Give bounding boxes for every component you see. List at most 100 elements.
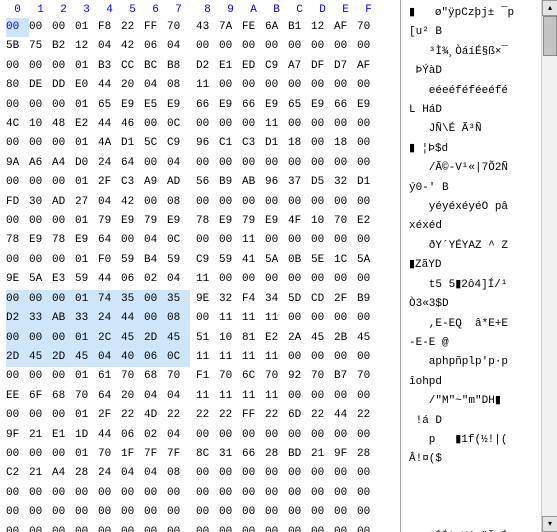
hex-byte[interactable]: F1 bbox=[196, 367, 219, 386]
hex-byte[interactable]: C1 bbox=[219, 134, 242, 153]
hex-byte[interactable]: B9 bbox=[357, 290, 380, 309]
hex-byte[interactable]: 00 bbox=[52, 523, 75, 532]
hex-row[interactable]: 00000001F822FF70437AFE6AB112AF70 bbox=[6, 18, 394, 37]
hex-byte[interactable]: E2 bbox=[265, 329, 288, 348]
ascii-row[interactable]: Ò3«3$D bbox=[409, 295, 549, 314]
hex-byte[interactable]: 04 bbox=[144, 464, 167, 483]
hex-byte[interactable]: 04 bbox=[144, 76, 167, 95]
hex-byte[interactable]: 02 bbox=[144, 426, 167, 445]
hex-byte[interactable]: E9 bbox=[265, 96, 288, 115]
hex-row[interactable]: 00000001B3CCBCB8D2E1EDC9A7DFD7AF bbox=[6, 57, 394, 76]
scroll-up-button[interactable]: ▴ bbox=[542, 0, 557, 16]
hex-byte[interactable]: 00 bbox=[196, 309, 219, 328]
hex-byte[interactable]: 21 bbox=[29, 464, 52, 483]
hex-byte[interactable]: 00 bbox=[242, 270, 265, 289]
hex-byte[interactable]: 00 bbox=[357, 309, 380, 328]
hex-byte[interactable]: 00 bbox=[357, 387, 380, 406]
hex-byte[interactable]: 81 bbox=[242, 329, 265, 348]
hex-byte[interactable]: 70 bbox=[357, 18, 380, 37]
hex-byte[interactable]: 00 bbox=[29, 406, 52, 425]
hex-byte[interactable]: 00 bbox=[265, 464, 288, 483]
ascii-row[interactable]: ▮ÍÍ¹ ¥á¤"Ã Í bbox=[409, 528, 549, 532]
hex-byte[interactable]: 00 bbox=[121, 231, 144, 250]
hex-byte[interactable]: 00 bbox=[29, 503, 52, 522]
hex-byte[interactable]: 00 bbox=[265, 76, 288, 95]
hex-byte[interactable]: 00 bbox=[334, 270, 357, 289]
hex-byte[interactable]: AB bbox=[52, 309, 75, 328]
ascii-row[interactable]: Â!¤($ bbox=[409, 450, 549, 469]
hex-byte[interactable]: 96 bbox=[196, 134, 219, 153]
hex-byte[interactable]: E5 bbox=[144, 96, 167, 115]
hex-byte[interactable]: 00 bbox=[288, 115, 311, 134]
hex-byte[interactable]: 11 bbox=[219, 309, 242, 328]
hex-byte[interactable]: F8 bbox=[98, 18, 121, 37]
hex-row[interactable]: 2D452D450440060C1111111100000000 bbox=[6, 348, 394, 367]
hex-byte[interactable]: 00 bbox=[334, 154, 357, 173]
hex-byte[interactable]: 08 bbox=[167, 464, 190, 483]
hex-byte[interactable]: 6D bbox=[288, 406, 311, 425]
hex-byte[interactable]: 01 bbox=[75, 212, 98, 231]
hex-byte[interactable]: 59 bbox=[167, 251, 190, 270]
hex-byte[interactable]: 00 bbox=[334, 503, 357, 522]
hex-byte[interactable]: C9 bbox=[196, 251, 219, 270]
hex-byte[interactable]: 70 bbox=[167, 367, 190, 386]
hex-byte[interactable]: 00 bbox=[288, 37, 311, 56]
ascii-row[interactable]: ³Ì¾¸ÒáíÉ§ß×¯ bbox=[409, 43, 549, 62]
hex-byte[interactable]: B2 bbox=[52, 37, 75, 56]
hex-byte[interactable]: 65 bbox=[288, 96, 311, 115]
hex-byte[interactable]: 00 bbox=[357, 270, 380, 289]
hex-byte[interactable]: 00 bbox=[311, 154, 334, 173]
hex-byte[interactable]: 2B bbox=[334, 329, 357, 348]
hex-byte[interactable]: 31 bbox=[219, 445, 242, 464]
hex-byte[interactable]: E1 bbox=[219, 57, 242, 76]
hex-byte[interactable]: DE bbox=[29, 76, 52, 95]
hex-byte[interactable]: 00 bbox=[288, 503, 311, 522]
hex-byte[interactable]: 00 bbox=[144, 503, 167, 522]
hex-byte[interactable]: 00 bbox=[357, 231, 380, 250]
hex-byte[interactable]: 00 bbox=[357, 115, 380, 134]
hex-byte[interactable]: F4 bbox=[242, 290, 265, 309]
hex-byte[interactable]: 2D bbox=[144, 329, 167, 348]
hex-byte[interactable]: 01 bbox=[75, 406, 98, 425]
hex-byte[interactable]: 18 bbox=[288, 134, 311, 153]
hex-byte[interactable]: 00 bbox=[242, 115, 265, 134]
hex-byte[interactable]: 5A bbox=[265, 251, 288, 270]
hex-byte[interactable]: 37 bbox=[288, 173, 311, 192]
hex-byte[interactable]: 11 bbox=[242, 387, 265, 406]
hex-row[interactable]: 80DEDDE0442004081100000000000000 bbox=[6, 76, 394, 95]
hex-byte[interactable]: DD bbox=[52, 76, 75, 95]
hex-byte[interactable]: 00 bbox=[196, 426, 219, 445]
hex-row[interactable]: 0000000179E979E978E979E94F1070E2 bbox=[6, 212, 394, 231]
hex-byte[interactable]: A9 bbox=[144, 173, 167, 192]
hex-byte[interactable]: 11 bbox=[242, 348, 265, 367]
hex-byte[interactable]: 70 bbox=[98, 445, 121, 464]
hex-byte[interactable]: 00 bbox=[196, 115, 219, 134]
hex-byte[interactable]: B8 bbox=[167, 57, 190, 76]
hex-byte[interactable]: 24 bbox=[98, 154, 121, 173]
hex-byte[interactable]: 00 bbox=[196, 503, 219, 522]
hex-byte[interactable]: 40 bbox=[121, 348, 144, 367]
hex-byte[interactable]: 74 bbox=[98, 290, 121, 309]
hex-byte[interactable]: 44 bbox=[121, 309, 144, 328]
hex-byte[interactable]: 00 bbox=[219, 426, 242, 445]
hex-byte[interactable]: 00 bbox=[52, 212, 75, 231]
hex-byte[interactable]: 59 bbox=[75, 270, 98, 289]
hex-byte[interactable]: 2F bbox=[334, 290, 357, 309]
hex-byte[interactable]: 78 bbox=[196, 212, 219, 231]
hex-row[interactable]: 000000012F224D222222FF226D224422 bbox=[6, 406, 394, 425]
hex-byte[interactable]: 04 bbox=[98, 193, 121, 212]
hex-byte[interactable]: 00 bbox=[242, 523, 265, 532]
hex-byte[interactable]: 06 bbox=[121, 270, 144, 289]
hex-byte[interactable]: 12 bbox=[75, 37, 98, 56]
hex-byte[interactable]: 00 bbox=[311, 464, 334, 483]
hex-byte[interactable]: 00 bbox=[288, 231, 311, 250]
hex-byte[interactable]: 70 bbox=[311, 367, 334, 386]
hex-byte[interactable]: D0 bbox=[75, 154, 98, 173]
hex-byte[interactable]: 06 bbox=[121, 426, 144, 445]
hex-byte[interactable]: A7 bbox=[288, 57, 311, 76]
hex-byte[interactable]: 00 bbox=[357, 348, 380, 367]
hex-byte[interactable]: 04 bbox=[144, 231, 167, 250]
hex-byte[interactable]: 00 bbox=[242, 154, 265, 173]
hex-byte[interactable]: 00 bbox=[196, 193, 219, 212]
hex-byte[interactable]: 00 bbox=[6, 251, 29, 270]
